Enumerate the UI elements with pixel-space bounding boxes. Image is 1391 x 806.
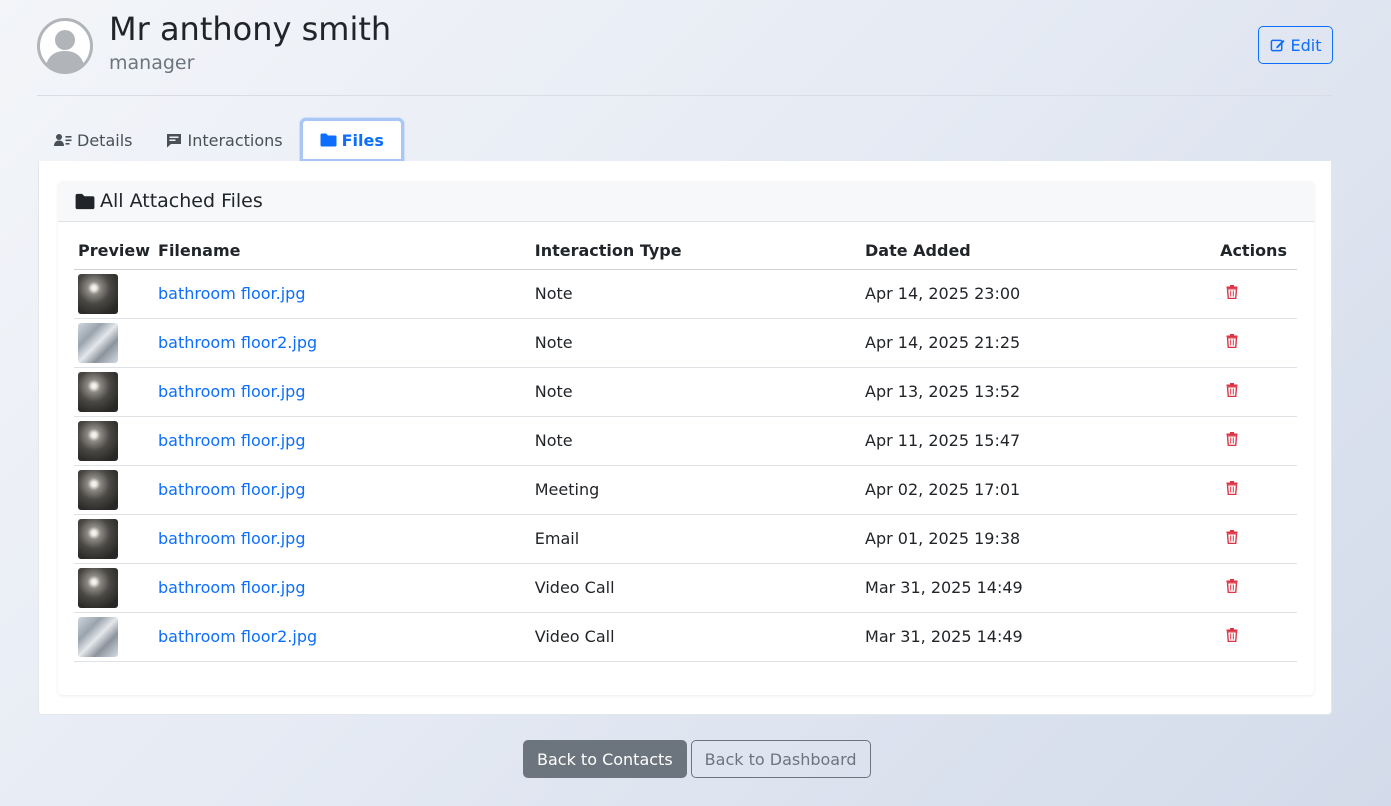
date-added-cell: Apr 14, 2025 23:00	[861, 269, 1217, 319]
trash-icon	[1226, 481, 1238, 496]
contact-header: Mr anthony smith manager Edit	[37, 0, 1333, 96]
footer-actions: Back to Contacts Back to Dashboard	[523, 740, 871, 778]
file-thumbnail[interactable]	[78, 616, 118, 657]
files-card-title: All Attached Files	[100, 190, 263, 212]
interaction-type-cell: Note	[530, 367, 862, 417]
column-header-date-added: Date Added	[861, 233, 1217, 270]
comment-icon	[167, 133, 182, 147]
interaction-type-cell: Email	[530, 514, 862, 564]
file-thumbnail[interactable]	[78, 371, 118, 412]
interaction-type-cell: Video Call	[530, 612, 862, 662]
date-added-cell: Apr 02, 2025 17:01	[861, 465, 1217, 515]
back-to-dashboard-button[interactable]: Back to Dashboard	[690, 740, 871, 778]
trash-icon	[1226, 432, 1238, 447]
file-link[interactable]: bathroom floor.jpg	[158, 578, 305, 597]
delete-button[interactable]	[1226, 382, 1238, 401]
edit-button[interactable]: Edit	[1258, 26, 1333, 64]
table-row: bathroom floor2.jpg Note Apr 14, 2025 21…	[74, 318, 1297, 368]
files-card-header: All Attached Files	[58, 181, 1314, 222]
edit-button-label: Edit	[1290, 35, 1322, 55]
column-header-actions: Actions	[1216, 233, 1297, 270]
file-thumbnail[interactable]	[78, 420, 118, 461]
date-added-cell: Apr 14, 2025 21:25	[861, 318, 1217, 368]
back-to-contacts-button[interactable]: Back to Contacts	[523, 740, 687, 778]
trash-icon	[1226, 383, 1238, 398]
contact-name: Mr anthony smith	[109, 10, 392, 48]
file-thumbnail[interactable]	[78, 567, 118, 608]
delete-button[interactable]	[1226, 529, 1238, 548]
delete-button[interactable]	[1226, 333, 1238, 352]
tab-interactions-label: Interactions	[187, 130, 283, 150]
file-link[interactable]: bathroom floor2.jpg	[158, 333, 317, 352]
file-link[interactable]: bathroom floor2.jpg	[158, 627, 317, 646]
table-row: bathroom floor.jpg Email Apr 01, 2025 19…	[74, 514, 1297, 564]
date-added-cell: Mar 31, 2025 14:49	[861, 563, 1217, 613]
interaction-type-cell: Note	[530, 416, 862, 466]
delete-button[interactable]	[1226, 431, 1238, 450]
files-table-header-row: Preview Filename Interaction Type Date A…	[74, 233, 1297, 270]
file-link[interactable]: bathroom floor.jpg	[158, 480, 305, 499]
table-row: bathroom floor.jpg Video Call Mar 31, 20…	[74, 563, 1297, 613]
tab-bar: Details Interactions Files	[37, 118, 404, 162]
avatar-icon	[37, 18, 93, 74]
file-thumbnail[interactable]	[78, 469, 118, 510]
interaction-type-cell: Meeting	[530, 465, 862, 515]
delete-button[interactable]	[1226, 578, 1238, 597]
contact-role: manager	[109, 52, 195, 74]
files-card: All Attached Files Preview Filename Inte…	[58, 181, 1314, 695]
table-row: bathroom floor2.jpg Video Call Mar 31, 2…	[74, 612, 1297, 662]
delete-button[interactable]	[1226, 284, 1238, 303]
column-header-filename: Filename	[154, 233, 531, 270]
date-added-cell: Apr 01, 2025 19:38	[861, 514, 1217, 564]
table-row: bathroom floor.jpg Meeting Apr 02, 2025 …	[74, 465, 1297, 515]
file-link[interactable]: bathroom floor.jpg	[158, 529, 305, 548]
folder-icon	[75, 193, 95, 209]
file-thumbnail[interactable]	[78, 518, 118, 559]
file-link[interactable]: bathroom floor.jpg	[158, 431, 305, 450]
files-table: Preview Filename Interaction Type Date A…	[74, 233, 1297, 662]
files-panel: All Attached Files Preview Filename Inte…	[38, 161, 1332, 715]
tab-details-label: Details	[77, 130, 133, 150]
tab-files[interactable]: Files	[299, 118, 404, 162]
trash-icon	[1226, 334, 1238, 349]
table-row: bathroom floor.jpg Note Apr 13, 2025 13:…	[74, 367, 1297, 417]
interaction-type-cell: Note	[530, 269, 862, 319]
file-link[interactable]: bathroom floor.jpg	[158, 284, 305, 303]
column-header-interaction-type: Interaction Type	[530, 233, 862, 270]
date-added-cell: Mar 31, 2025 14:49	[861, 612, 1217, 662]
user-details-icon	[54, 134, 72, 146]
trash-icon	[1226, 579, 1238, 594]
tab-details[interactable]: Details	[37, 118, 149, 162]
delete-button[interactable]	[1226, 627, 1238, 646]
interaction-type-cell: Note	[530, 318, 862, 368]
trash-icon	[1226, 628, 1238, 643]
trash-icon	[1226, 285, 1238, 300]
interaction-type-cell: Video Call	[530, 563, 862, 613]
table-row: bathroom floor.jpg Note Apr 14, 2025 23:…	[74, 269, 1297, 319]
edit-icon	[1270, 39, 1285, 51]
date-added-cell: Apr 13, 2025 13:52	[861, 367, 1217, 417]
delete-button[interactable]	[1226, 480, 1238, 499]
file-link[interactable]: bathroom floor.jpg	[158, 382, 305, 401]
tab-files-label: Files	[341, 130, 384, 150]
table-row: bathroom floor.jpg Note Apr 11, 2025 15:…	[74, 416, 1297, 466]
file-thumbnail[interactable]	[78, 322, 118, 363]
date-added-cell: Apr 11, 2025 15:47	[861, 416, 1217, 466]
file-thumbnail[interactable]	[78, 273, 118, 314]
tab-interactions[interactable]: Interactions	[149, 118, 299, 162]
folder-icon	[320, 133, 337, 147]
column-header-preview: Preview	[74, 233, 155, 270]
trash-icon	[1226, 530, 1238, 545]
